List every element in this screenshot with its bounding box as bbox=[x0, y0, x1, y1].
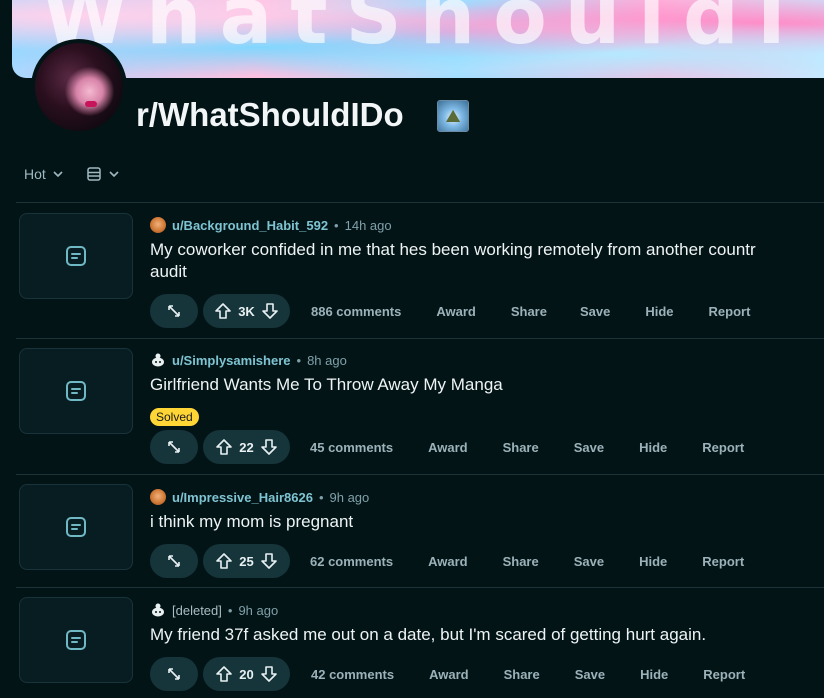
save-button[interactable]: Save bbox=[580, 304, 610, 319]
award-button[interactable]: Award bbox=[436, 304, 476, 319]
post-age: 14h ago bbox=[344, 217, 392, 233]
post-title-line: My coworker confided in me that hes been… bbox=[150, 240, 756, 259]
save-button[interactable]: Save bbox=[574, 554, 604, 569]
text-post-icon bbox=[66, 517, 86, 537]
share-button[interactable]: Share bbox=[503, 554, 539, 569]
save-button[interactable]: Save bbox=[574, 440, 604, 455]
banner-watermark: WhatShouldI bbox=[42, 0, 804, 62]
report-button[interactable]: Report bbox=[702, 440, 744, 455]
vote-control: 22 bbox=[203, 430, 290, 464]
report-button[interactable]: Report bbox=[702, 554, 744, 569]
vote-count: 22 bbox=[239, 439, 254, 455]
hide-button[interactable]: Hide bbox=[645, 304, 673, 319]
post-title[interactable]: My coworker confided in me that hes been… bbox=[150, 239, 756, 283]
post-flair[interactable]: Solved bbox=[150, 408, 199, 426]
post-title[interactable]: i think my mom is pregnant bbox=[150, 511, 353, 533]
vote-control: 25 bbox=[203, 544, 290, 578]
sort-label: Hot bbox=[24, 166, 46, 182]
post-card[interactable]: u/Background_Habit_592 • 14h ago My cowo… bbox=[16, 202, 824, 338]
comments-button[interactable]: 45 comments bbox=[310, 440, 393, 455]
upvote-icon[interactable] bbox=[215, 665, 233, 683]
downvote-icon[interactable] bbox=[260, 665, 278, 683]
post-card[interactable]: [deleted] • 9h ago My friend 37f asked m… bbox=[16, 587, 824, 698]
share-button[interactable]: Share bbox=[504, 667, 540, 682]
vote-count: 25 bbox=[239, 553, 254, 569]
expand-button[interactable] bbox=[150, 430, 198, 464]
downvote-icon[interactable] bbox=[261, 302, 279, 320]
user-avatar bbox=[150, 489, 166, 505]
subreddit-banner: WhatShouldI bbox=[12, 0, 824, 78]
card-view-icon bbox=[87, 167, 101, 181]
post-author[interactable]: u/Background_Habit_592 bbox=[172, 218, 328, 233]
expand-icon bbox=[168, 555, 180, 567]
report-button[interactable]: Report bbox=[709, 304, 751, 319]
separator-dot: • bbox=[318, 489, 324, 505]
post-card[interactable]: u/Impressive_Hair8626 • 9h ago i think m… bbox=[16, 474, 824, 587]
text-post-icon bbox=[66, 630, 86, 650]
post-author[interactable]: u/Impressive_Hair8626 bbox=[172, 490, 313, 505]
vote-count: 20 bbox=[239, 666, 254, 682]
post-age: 9h ago bbox=[238, 602, 279, 618]
report-button[interactable]: Report bbox=[703, 667, 745, 682]
post-author: [deleted] bbox=[172, 602, 222, 618]
award-button[interactable]: Award bbox=[429, 667, 469, 682]
separator-dot: • bbox=[296, 352, 302, 368]
user-avatar bbox=[150, 352, 166, 368]
post-author[interactable]: u/Simplysamishere bbox=[172, 353, 291, 368]
post-title-line: audit bbox=[150, 262, 187, 281]
user-avatar bbox=[150, 602, 166, 618]
chevron-down-icon bbox=[109, 171, 119, 178]
sort-dropdown[interactable]: Hot bbox=[24, 166, 64, 182]
chevron-down-icon bbox=[53, 171, 63, 178]
post-age: 9h ago bbox=[329, 489, 370, 505]
expand-icon bbox=[168, 668, 180, 680]
vote-control: 20 bbox=[203, 657, 290, 691]
comments-button[interactable]: 62 comments bbox=[310, 554, 393, 569]
post-thumbnail[interactable] bbox=[19, 484, 133, 570]
vote-control: 3K bbox=[203, 294, 290, 328]
subreddit-title: r/WhatShouldIDo bbox=[136, 96, 404, 133]
snoo-icon bbox=[152, 603, 164, 617]
separator-dot: • bbox=[334, 217, 339, 233]
user-avatar bbox=[150, 217, 166, 233]
post-age: 8h ago bbox=[307, 352, 347, 368]
post-title[interactable]: Girlfriend Wants Me To Throw Away My Man… bbox=[150, 374, 503, 396]
hide-button[interactable]: Hide bbox=[639, 554, 667, 569]
post-thumbnail[interactable] bbox=[19, 597, 133, 683]
expand-button[interactable] bbox=[150, 657, 198, 691]
award-button[interactable]: Award bbox=[428, 554, 468, 569]
save-button[interactable]: Save bbox=[575, 667, 605, 682]
expand-icon bbox=[168, 305, 180, 317]
post-thumbnail[interactable] bbox=[19, 213, 133, 299]
share-button[interactable]: Share bbox=[503, 440, 539, 455]
vote-count: 3K bbox=[238, 303, 255, 319]
share-button[interactable]: Share bbox=[511, 304, 547, 319]
expand-button[interactable] bbox=[150, 544, 198, 578]
comments-button[interactable]: 42 comments bbox=[311, 667, 394, 682]
expand-icon bbox=[168, 441, 180, 453]
upvote-icon[interactable] bbox=[215, 552, 233, 570]
text-post-icon bbox=[66, 381, 86, 401]
expand-button[interactable] bbox=[150, 294, 198, 328]
comments-button[interactable]: 886 comments bbox=[311, 304, 401, 319]
separator-dot: • bbox=[227, 602, 233, 618]
post-thumbnail[interactable] bbox=[19, 348, 133, 434]
snoo-icon bbox=[152, 353, 164, 367]
subreddit-avatar[interactable] bbox=[31, 39, 127, 135]
award-button[interactable]: Award bbox=[428, 440, 468, 455]
post-title[interactable]: My friend 37f asked me out on a date, bu… bbox=[150, 624, 706, 646]
hide-button[interactable]: Hide bbox=[640, 667, 668, 682]
upvote-icon[interactable] bbox=[215, 438, 233, 456]
text-post-icon bbox=[66, 246, 86, 266]
downvote-icon[interactable] bbox=[260, 552, 278, 570]
view-mode-dropdown[interactable] bbox=[86, 166, 120, 182]
downvote-icon[interactable] bbox=[260, 438, 278, 456]
upvote-icon[interactable] bbox=[214, 302, 232, 320]
hide-button[interactable]: Hide bbox=[639, 440, 667, 455]
post-card[interactable]: u/Simplysamishere • 8h ago Girlfriend Wa… bbox=[16, 338, 824, 474]
community-icon: ⛰ bbox=[437, 100, 469, 132]
